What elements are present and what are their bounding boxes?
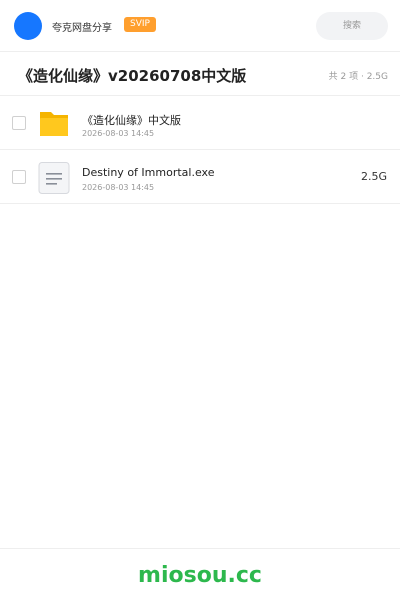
list-item[interactable]: 《造化仙缘》中文版 2026-08-03 14:45	[0, 96, 400, 150]
top-bar: 夸克网盘分享 SVIP 搜索	[0, 0, 400, 52]
select-checkbox[interactable]	[12, 170, 26, 184]
file-list: 《造化仙缘》中文版 2026-08-03 14:45 Destiny of Im…	[0, 96, 400, 204]
app-name: 夸克网盘分享	[52, 23, 112, 34]
file-date: 2026-08-03 14:45	[82, 129, 155, 138]
file-name: 《造化仙缘》中文版	[82, 114, 181, 127]
list-item[interactable]: Destiny of Immortal.exe 2026-08-03 14:45…	[0, 150, 400, 204]
file-size: 2.5G	[360, 170, 387, 183]
svip-badge: SVIP	[124, 17, 156, 32]
footer: miosou.cc	[0, 548, 400, 600]
share-page: 夸克网盘分享 SVIP 搜索 《造化仙缘》v20260708中文版 共 2 项 …	[0, 0, 400, 600]
folder-icon	[40, 112, 68, 136]
page-title: 《造化仙缘》v20260708中文版	[18, 67, 247, 85]
share-summary: 共 2 项 · 2.5G	[328, 72, 388, 82]
search-input[interactable]: 搜索	[316, 12, 388, 40]
file-name: Destiny of Immortal.exe	[82, 166, 215, 179]
watermark-text: miosou.cc	[138, 563, 262, 588]
avatar[interactable]	[14, 12, 42, 40]
share-header: 《造化仙缘》v20260708中文版 共 2 项 · 2.5G	[0, 52, 400, 96]
document-icon	[38, 162, 70, 194]
select-checkbox[interactable]	[12, 116, 26, 130]
file-date: 2026-08-03 14:45	[82, 183, 155, 192]
